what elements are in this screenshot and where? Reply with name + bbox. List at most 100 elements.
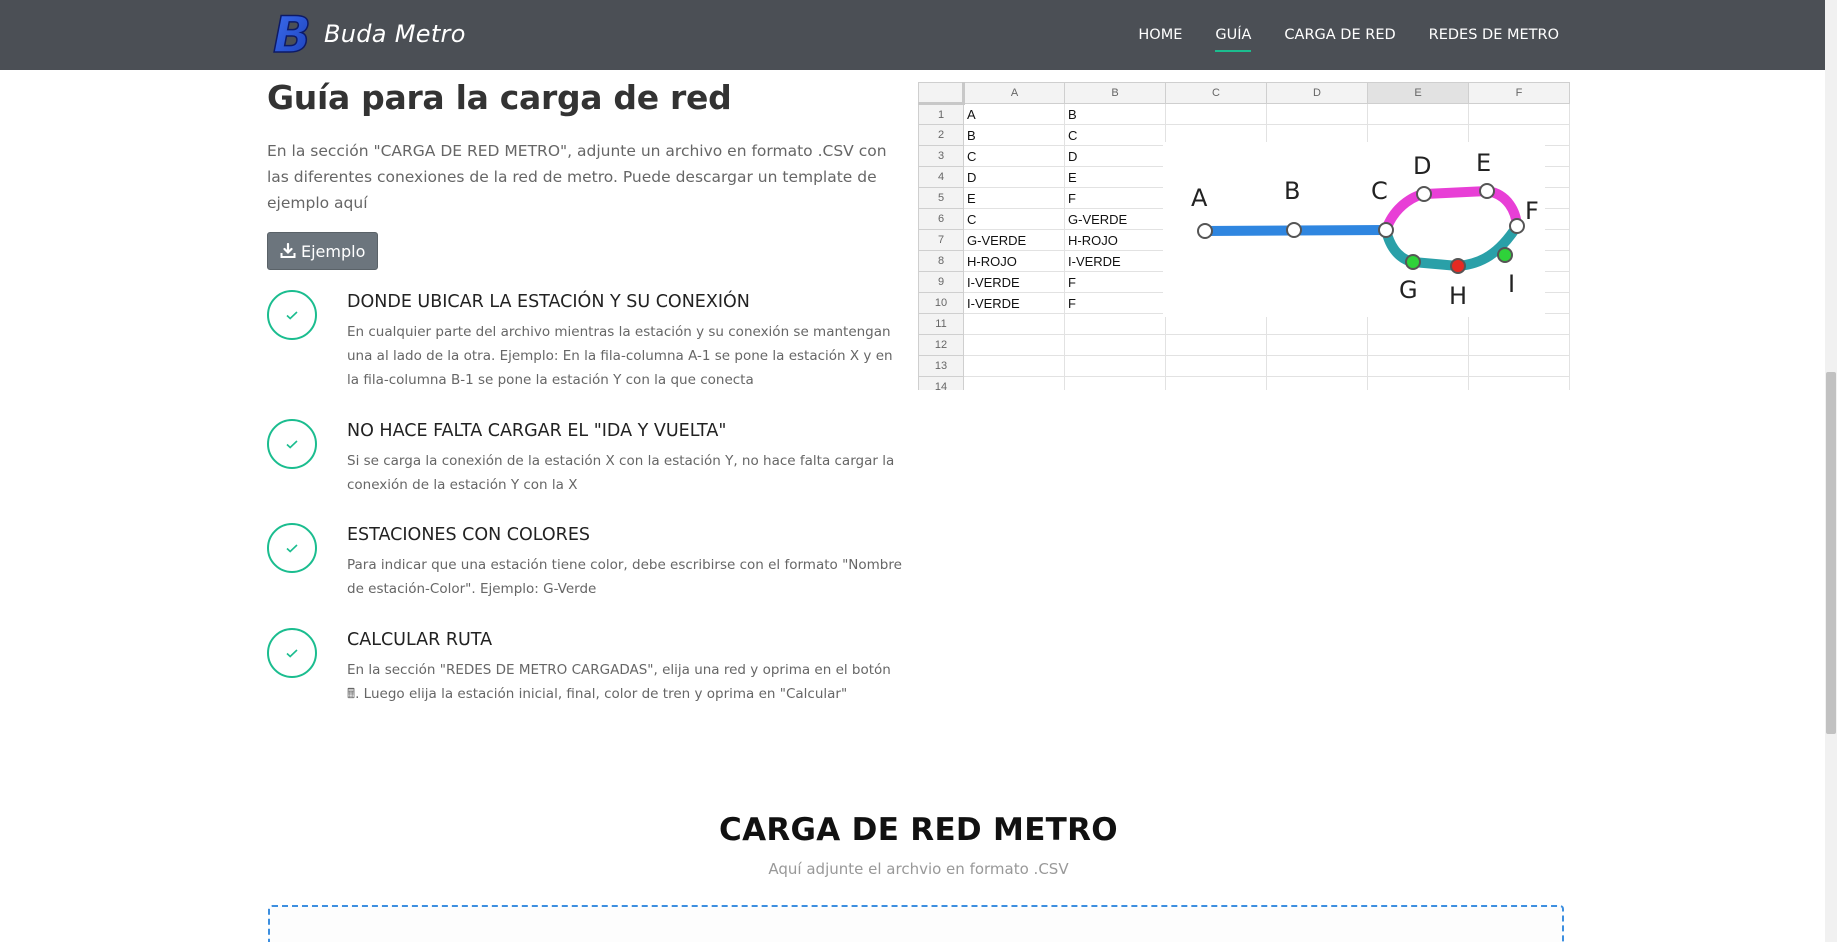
upload-section-title: CARGA DE RED METRO — [719, 812, 1118, 848]
nav-redes-de-metro[interactable]: REDES DE METRO — [1429, 27, 1559, 43]
guide-title: Guía para la carga de red — [267, 78, 732, 117]
sheet-cell — [1266, 355, 1368, 377]
diagram-label: A — [1191, 184, 1208, 212]
sheet-cell — [1165, 355, 1267, 377]
sheet-row-header: 10 — [918, 292, 964, 314]
sheet-cell — [1468, 334, 1570, 356]
sheet-cell: E — [963, 187, 1065, 209]
example-button-label: Ejemplo — [301, 241, 366, 261]
step-title: ESTACIONES CON COLORES — [347, 525, 591, 545]
nav-guia[interactable]: GUÍA — [1215, 27, 1252, 52]
sheet-col-header: B — [1064, 82, 1166, 104]
sheet-cell: C — [963, 208, 1065, 230]
sheet-cell: H-ROJO — [963, 250, 1065, 272]
sheet-cell: G-VERDE — [963, 229, 1065, 251]
station-a — [1197, 223, 1213, 239]
nav-carga-de-red[interactable]: CARGA DE RED — [1284, 27, 1395, 43]
sheet-col-header: F — [1468, 82, 1570, 104]
step-text: En cualquier parte del archivo mientras … — [347, 324, 893, 388]
diagram-label: E — [1476, 149, 1491, 177]
sheet-row: 1AB — [918, 103, 1570, 125]
sheet-cell: C — [1064, 124, 1166, 146]
diagram-label: H — [1449, 282, 1467, 310]
sheet-cell — [963, 355, 1065, 377]
check-icon — [267, 628, 317, 678]
sheet-cell — [1064, 334, 1166, 356]
sheet-cell: D — [1064, 145, 1166, 167]
sheet-cell: B — [963, 124, 1065, 146]
step-title: DONDE UBICAR LA ESTACIÓN Y SU CONEXIÓN — [347, 292, 750, 312]
scrollbar-thumb[interactable] — [1826, 372, 1836, 734]
sheet-cell: A — [963, 103, 1065, 125]
sheet-cell: D — [963, 166, 1065, 188]
sheet-cell — [963, 313, 1065, 335]
metro-network-diagram: A B C D E F G H I — [1163, 142, 1545, 317]
sheet-row-header: 5 — [918, 187, 964, 209]
brand-letter: B — [273, 9, 311, 59]
sheet-row-header: 12 — [918, 334, 964, 356]
check-icon — [267, 290, 317, 340]
sheet-cell — [1468, 103, 1570, 125]
page-scrollbar[interactable] — [1825, 0, 1837, 942]
diagram-label: C — [1371, 177, 1388, 205]
sheet-row-header: 4 — [918, 166, 964, 188]
sheet-corner — [918, 82, 965, 105]
step-text: Para indicar que una estación tiene colo… — [347, 557, 902, 597]
pink-line — [1381, 185, 1522, 235]
sheet-row-header: 2 — [918, 124, 964, 146]
check-icon — [267, 523, 317, 573]
sheet-cell — [963, 334, 1065, 356]
sheet-cell — [1064, 376, 1166, 390]
sheet-cell: F — [1064, 187, 1166, 209]
diagram-label: B — [1284, 177, 1300, 205]
sheet-row: 13 — [918, 355, 1570, 377]
brand-logo-icon: B — [272, 9, 312, 59]
brand[interactable]: B Buda Metro — [268, 9, 466, 59]
sheet-col-header: C — [1165, 82, 1267, 104]
sheet-cell — [963, 376, 1065, 390]
station-b — [1286, 222, 1302, 238]
step-title: NO HACE FALTA CARGAR EL "IDA Y VUELTA" — [347, 421, 727, 441]
sheet-row: 14 — [918, 376, 1570, 390]
sheet-cell — [1367, 103, 1469, 125]
sheet-row: 12 — [918, 334, 1570, 356]
sheet-cell: B — [1064, 103, 1166, 125]
sheet-cell: C — [963, 145, 1065, 167]
sheet-col-header: E — [1367, 82, 1469, 104]
sheet-cell — [1367, 334, 1469, 356]
diagram-label: D — [1413, 152, 1431, 180]
nav-home[interactable]: HOME — [1138, 27, 1182, 43]
csv-dropzone[interactable] — [268, 905, 1564, 942]
station-e — [1479, 183, 1495, 199]
example-download-button[interactable]: Ejemplo — [267, 232, 379, 270]
sheet-cell: E — [1064, 166, 1166, 188]
brand-name: Buda Metro — [324, 20, 466, 48]
main-nav: HOME GUÍA CARGA DE RED REDES DE METRO — [1105, 0, 1559, 70]
sheet-cell — [1064, 313, 1166, 335]
download-icon — [280, 243, 296, 258]
station-h — [1450, 258, 1466, 274]
sheet-cell — [1165, 376, 1267, 390]
sheet-row-header: 8 — [918, 250, 964, 272]
sheet-row-header: 7 — [918, 229, 964, 251]
step-text: Si se carga la conexión de la estación X… — [347, 453, 895, 493]
sheet-cell — [1266, 376, 1368, 390]
sheet-cell — [1468, 376, 1570, 390]
station-c — [1378, 222, 1394, 238]
diagram-label: G — [1399, 276, 1418, 304]
top-navbar: B Buda Metro HOME GUÍA CARGA DE RED REDE… — [0, 0, 1837, 70]
station-d — [1416, 186, 1432, 202]
station-i — [1497, 247, 1513, 263]
sheet-cell — [1064, 355, 1166, 377]
sheet-col-header: D — [1266, 82, 1368, 104]
sheet-cell: I-VERDE — [963, 292, 1065, 314]
station-f — [1509, 218, 1525, 234]
sheet-cell: F — [1064, 271, 1166, 293]
sheet-cell — [1367, 355, 1469, 377]
sheet-cell: H-ROJO — [1064, 229, 1166, 251]
diagram-label: F — [1525, 197, 1539, 225]
sheet-cell — [1367, 376, 1469, 390]
sheet-cell — [1468, 355, 1570, 377]
sheet-cell: G-VERDE — [1064, 208, 1166, 230]
sheet-row-header: 1 — [918, 103, 964, 125]
